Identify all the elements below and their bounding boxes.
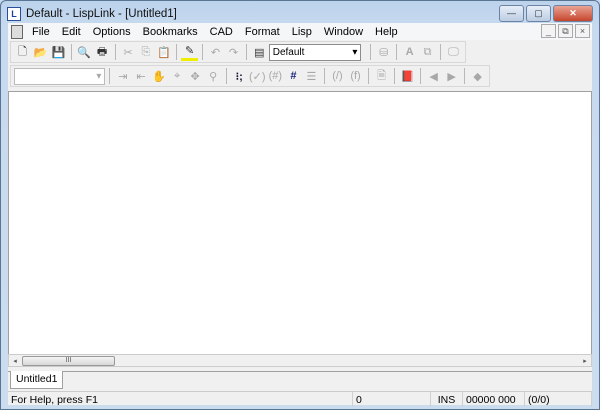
locked-file-icon[interactable]: 🗎 (373, 67, 390, 85)
status-ratio: (0/0) (525, 392, 592, 407)
separator (370, 44, 372, 60)
menu-edit[interactable]: Edit (56, 26, 87, 38)
select-icon[interactable]: ✥ (187, 67, 204, 85)
menu-bar: File Edit Options Bookmarks CAD Format L… (8, 23, 592, 40)
check-paren-icon[interactable]: (✓) (249, 67, 266, 85)
scroll-thumb[interactable]: III (22, 355, 115, 366)
separator (368, 68, 369, 84)
highlighter-icon[interactable]: ✎ (181, 43, 199, 61)
open-folder-icon[interactable]: 📂 (32, 43, 49, 61)
function-icon[interactable]: (f) (347, 67, 364, 85)
outdent-icon[interactable]: ⇤ (132, 67, 149, 85)
back-icon[interactable]: ◀ (425, 67, 442, 85)
hash-paren-icon[interactable]: (#) (267, 67, 284, 85)
menu-bookmarks[interactable]: Bookmarks (137, 26, 204, 38)
status-position: 00000 000 (463, 392, 525, 407)
menu-window[interactable]: Window (318, 26, 369, 38)
mdi-close-button[interactable]: × (575, 24, 590, 38)
chevron-down-icon: ▾ (96, 70, 102, 82)
separator (70, 44, 72, 60)
new-file-icon[interactable]: 🗋 (14, 43, 31, 61)
pick-point-icon[interactable]: ⌖ (169, 67, 186, 85)
separator (440, 44, 441, 60)
tab-untitled1[interactable]: Untitled1 (10, 371, 64, 389)
mdi-restore-button[interactable]: ⧉ (558, 24, 573, 38)
cut-icon[interactable]: ✂ (119, 43, 136, 61)
client-area: File Edit Options Bookmarks CAD Format L… (8, 23, 592, 407)
maximize-button[interactable]: ▢ (526, 5, 551, 22)
style-combo-value: Default (272, 46, 305, 58)
title-bar: L Default - LispLink - [Untitled1] (7, 5, 177, 23)
separator (225, 68, 227, 84)
menu-file[interactable]: File (26, 26, 56, 38)
indent-icon[interactable]: ⇥ (114, 67, 131, 85)
style-combo[interactable]: Default ▾ (268, 43, 362, 61)
separator (396, 44, 398, 60)
status-help: For Help, press F1 (8, 392, 353, 407)
document-tabs: Untitled1 (8, 371, 592, 389)
inspect-icon[interactable]: ⚲ (205, 67, 222, 85)
document-icon[interactable] (11, 24, 23, 39)
separator (464, 68, 466, 84)
save-icon[interactable]: 💾 (50, 43, 67, 61)
status-count: 0 (353, 392, 431, 407)
comment-icon[interactable]: (/) (329, 67, 346, 85)
separator (176, 44, 178, 60)
help-book-icon[interactable]: ◆ (469, 67, 486, 85)
menu-options[interactable]: Options (87, 26, 137, 38)
lisp-toolbar: ▾ ⇥ ⇤ ✋ ⌖ ✥ ⚲ ⁝; (✓) (#) # ☰ (/) (f) 🗎 📕… (10, 65, 490, 87)
separator (420, 68, 422, 84)
style-icon[interactable]: ▤ (251, 43, 268, 61)
window-frame: L Default - LispLink - [Untitled1] — ▢ ✕… (0, 0, 600, 410)
stamp-icon[interactable]: ⛁ (375, 43, 392, 61)
chevron-down-icon: ▾ (352, 46, 358, 58)
status-mode: INS (431, 392, 463, 407)
menu-help[interactable]: Help (369, 26, 404, 38)
menu-format[interactable]: Format (239, 26, 286, 38)
display-icon[interactable]: 🖵 (445, 43, 462, 61)
app-icon: L (7, 7, 21, 21)
book-icon[interactable]: 📕 (399, 67, 416, 85)
hand-icon[interactable]: ✋ (150, 67, 167, 85)
minimize-button[interactable]: — (499, 5, 524, 22)
print-preview-icon[interactable]: 🔍 (76, 43, 93, 61)
separator (323, 68, 325, 84)
mdi-minimize-button[interactable]: _ (541, 24, 556, 38)
brackets-icon[interactable]: ⁝; (231, 67, 248, 85)
editor-area[interactable] (8, 91, 592, 355)
separator (245, 44, 247, 60)
undo-icon[interactable]: ↶ (207, 43, 224, 61)
separator (394, 68, 396, 84)
hash-icon[interactable]: # (285, 67, 302, 85)
forward-icon[interactable]: ▶ (443, 67, 460, 85)
lisp-combo[interactable]: ▾ (14, 67, 106, 85)
separator (109, 68, 111, 84)
paste-icon[interactable]: 📋 (155, 43, 172, 61)
standard-toolbar: 🗋 📂 💾 🔍 🖶 ✂ ⎘ 📋 ✎ ↶ ↷ ▤ Default ▾ ⛁ A ⧉ … (10, 41, 466, 63)
replace-font-icon[interactable]: ⧉ (419, 43, 436, 61)
font-icon[interactable]: A (401, 43, 418, 61)
align-icon[interactable]: ☰ (303, 67, 320, 85)
separator (114, 44, 116, 60)
redo-icon[interactable]: ↷ (225, 43, 242, 61)
window-title: Default - LispLink - [Untitled1] (26, 8, 177, 20)
print-icon[interactable]: 🖶 (94, 43, 111, 61)
copy-icon[interactable]: ⎘ (137, 43, 154, 61)
menu-lisp[interactable]: Lisp (286, 26, 318, 38)
status-bar: For Help, press F1 0 INS 00000 000 (0/0) (8, 391, 592, 407)
scroll-left-icon[interactable]: ◂ (9, 357, 21, 365)
horizontal-scrollbar[interactable]: ◂ III ▸ (8, 354, 592, 367)
close-button[interactable]: ✕ (553, 5, 593, 22)
menu-cad[interactable]: CAD (204, 26, 239, 38)
scroll-right-icon[interactable]: ▸ (579, 357, 591, 365)
separator (202, 44, 204, 60)
